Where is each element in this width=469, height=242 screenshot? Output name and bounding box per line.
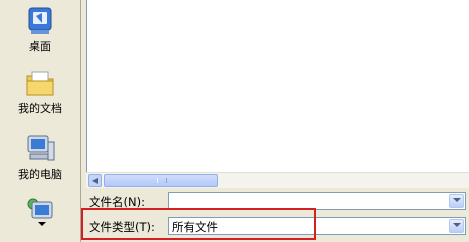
chevron-left-icon: ◀ — [91, 176, 99, 185]
filetype-row: 文件类型(T): 所有文件 — [86, 215, 469, 237]
place-label: 桌面 — [29, 40, 51, 53]
place-desktop[interactable]: 桌面 — [0, 6, 80, 54]
filename-label: 文件名(N): — [89, 195, 145, 209]
filetype-label: 文件类型(T): — [89, 220, 155, 234]
grip-icon — [157, 178, 167, 183]
filetype-select[interactable]: 所有文件 — [168, 217, 466, 235]
filetype-value[interactable]: 所有文件 — [172, 219, 218, 235]
place-label: 我的文档 — [18, 102, 62, 115]
file-list[interactable] — [86, 0, 469, 187]
place-my-documents[interactable]: 我的文档 — [0, 68, 80, 116]
filename-row: 文件名(N): — [86, 190, 469, 212]
filename-combobox[interactable] — [168, 192, 466, 210]
chevron-down-icon — [453, 198, 461, 202]
filetype-dropdown-button[interactable] — [449, 219, 464, 233]
network-places-icon — [27, 198, 53, 226]
my-computer-icon — [27, 135, 55, 161]
places-bar: 桌面 我的文档 我的电脑 — [0, 0, 81, 242]
scroll-left-button[interactable]: ◀ — [88, 174, 102, 187]
place-my-computer[interactable]: 我的电脑 — [0, 134, 80, 182]
place-label: 我的电脑 — [18, 168, 62, 181]
horizontal-scrollbar[interactable]: ◀ — [86, 172, 469, 188]
filename-dropdown-button[interactable] — [449, 194, 464, 208]
chevron-down-icon — [453, 223, 461, 227]
desktop-icon — [28, 7, 52, 34]
my-documents-icon — [26, 71, 54, 96]
scroll-thumb[interactable] — [104, 174, 218, 187]
place-network[interactable] — [0, 196, 80, 230]
